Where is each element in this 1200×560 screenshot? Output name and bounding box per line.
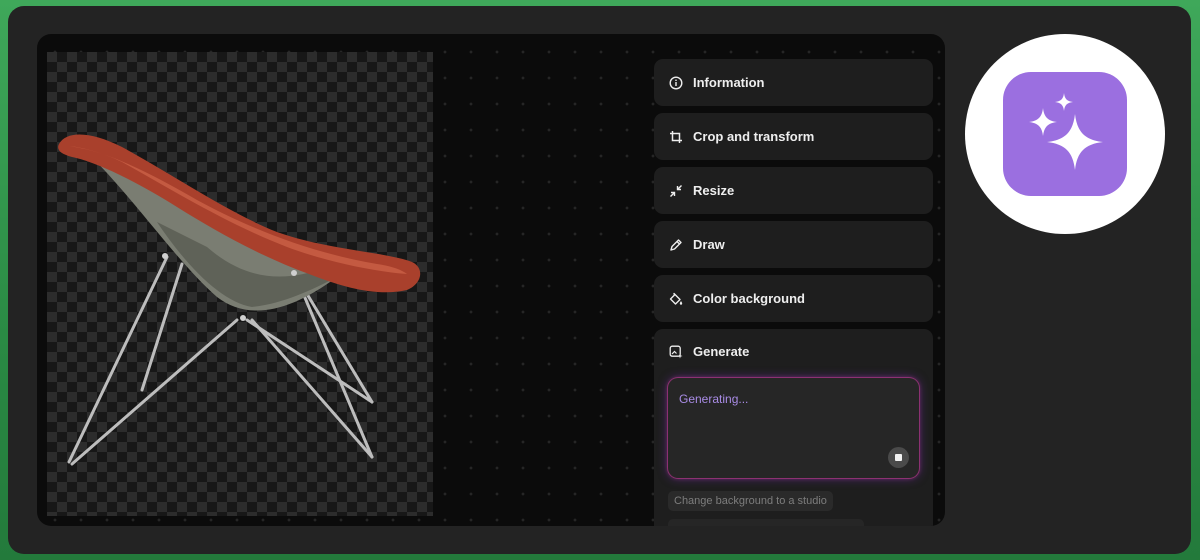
- generate-section: Generate Generating... Change background…: [654, 329, 933, 526]
- generate-icon: [669, 345, 683, 359]
- stop-icon: [895, 454, 902, 461]
- image-canvas[interactable]: [47, 52, 433, 516]
- generating-status: Generating...: [679, 392, 749, 406]
- tool-information[interactable]: Information: [654, 59, 933, 106]
- generate-label: Generate: [693, 344, 750, 359]
- app-badge: [965, 34, 1165, 234]
- chair-image: [58, 134, 421, 466]
- tool-color-background[interactable]: Color background: [654, 275, 933, 322]
- paint-bucket-icon: [669, 292, 683, 306]
- sparkles-icon: [1029, 93, 1103, 170]
- resize-icon: [669, 184, 683, 198]
- tool-label: Color background: [693, 291, 805, 306]
- crop-icon: [669, 130, 683, 144]
- suggestion-chip[interactable]: Change background to a studio: [668, 491, 833, 511]
- suggestion-chip-placeholder[interactable]: [668, 519, 864, 526]
- draw-icon: [669, 238, 683, 252]
- tool-crop-and-transform[interactable]: Crop and transform: [654, 113, 933, 160]
- tool-label: Information: [693, 75, 765, 90]
- tool-label: Crop and transform: [693, 129, 815, 144]
- prompt-input[interactable]: Generating...: [668, 378, 919, 478]
- tool-draw[interactable]: Draw: [654, 221, 933, 268]
- stop-button[interactable]: [888, 447, 909, 468]
- app-icon: [1003, 72, 1127, 196]
- tool-label: Draw: [693, 237, 725, 252]
- tool-resize[interactable]: Resize: [654, 167, 933, 214]
- image-editor: Information Crop and transform Resize Dr…: [37, 34, 945, 526]
- tool-label: Resize: [693, 183, 735, 198]
- info-icon: [669, 75, 683, 90]
- tools-panel: Information Crop and transform Resize Dr…: [654, 59, 933, 526]
- generate-header[interactable]: Generate: [669, 344, 749, 359]
